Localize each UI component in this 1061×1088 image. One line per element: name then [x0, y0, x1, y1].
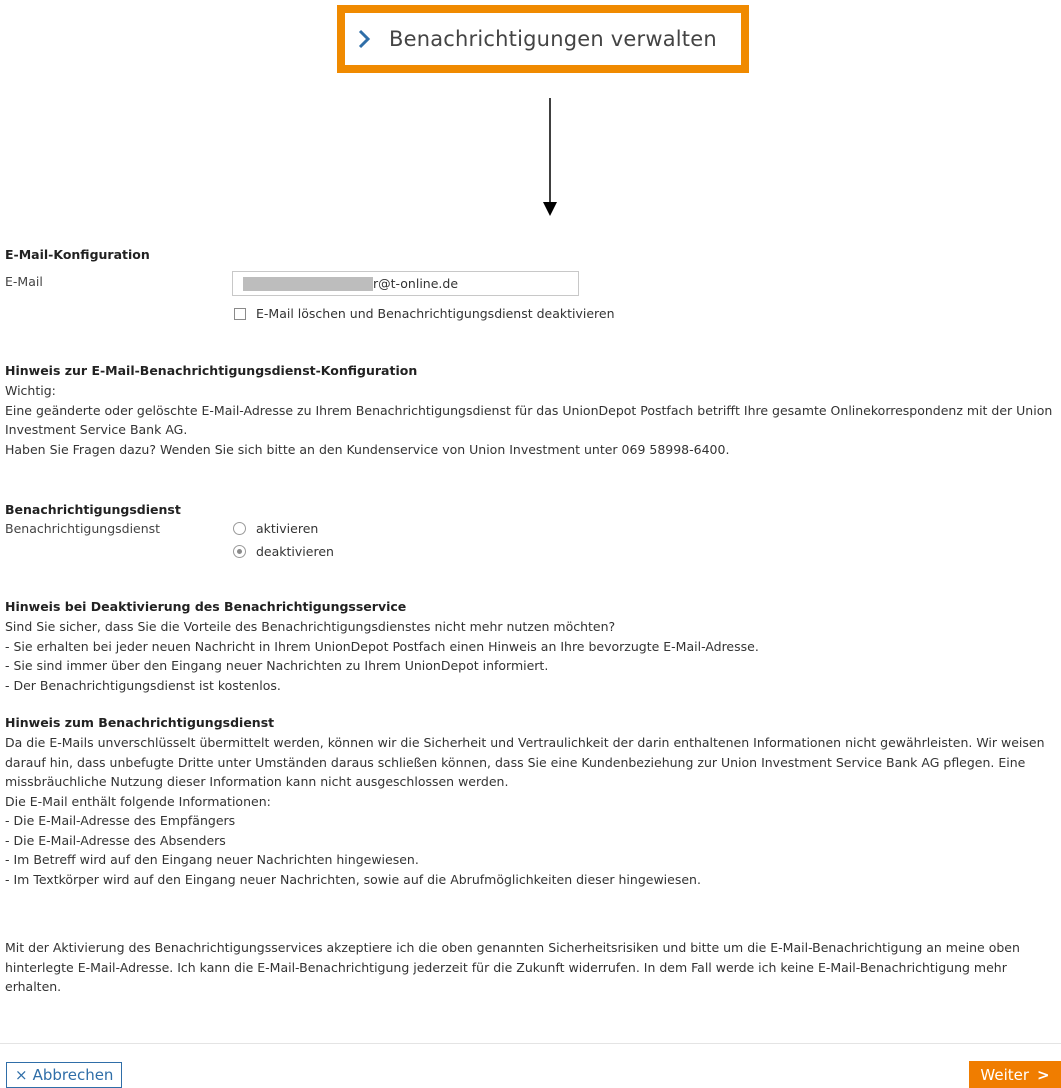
radio-deactivate[interactable] — [233, 545, 246, 558]
hint-deactivation-text: Sind Sie sicher, dass Sie die Vorteile d… — [5, 617, 1053, 695]
notification-label: Benachrichtigungsdienst — [5, 521, 161, 536]
email-field[interactable]: r@t-online.de — [232, 271, 579, 296]
hint-service-item: - Die E-Mail-Adresse des Absenders — [5, 832, 226, 848]
hint-deactivation-line: - Sie erhalten bei jeder neuen Nachricht… — [5, 638, 759, 654]
delete-email-checkbox-row[interactable]: E-Mail löschen und Benachrichtigungsdien… — [234, 306, 615, 321]
hint-email-title: Hinweis zur E-Mail-Benachrichtigungsdien… — [5, 363, 418, 378]
hint-service-item: - Die E-Mail-Adresse des Empfängers — [5, 813, 236, 828]
cancel-button-label: Abbrechen — [32, 1066, 114, 1084]
hint-service-list-intro: Die E-Mail enthält folgende Informatione… — [5, 793, 271, 809]
chevron-right-icon — [358, 29, 371, 49]
hint-email-text: Wichtig: Eine geänderte oder gelöschte E… — [5, 381, 1053, 459]
hint-service-text: Da die E-Mails unverschlüsselt übermitte… — [5, 733, 1053, 889]
radio-option-deactivate[interactable]: deaktivieren — [233, 544, 334, 559]
hint-deactivation-line: Sind Sie sicher, dass Sie die Vorteile d… — [5, 619, 616, 634]
radio-option-activate[interactable]: aktivieren — [233, 521, 318, 536]
delete-email-checkbox-label: E-Mail löschen und Benachrichtigungsdien… — [256, 306, 615, 321]
footer-divider — [0, 1043, 1061, 1044]
manage-notifications-callout[interactable]: Benachrichtigungen verwalten — [337, 5, 749, 73]
next-button-label: Weiter — [980, 1065, 1030, 1084]
hint-service-paragraph: Da die E-Mails unverschlüsselt übermitte… — [5, 735, 1045, 789]
hint-email-line: Eine geänderte oder gelöschte E-Mail-Adr… — [5, 402, 1053, 438]
hint-service-item: - Im Betreff wird auf den Eingang neuer … — [5, 852, 419, 867]
radio-activate[interactable] — [233, 522, 246, 535]
consent-text: Mit der Aktivierung des Benachrichtigung… — [5, 940, 1020, 994]
next-button[interactable]: Weiter > — [969, 1061, 1061, 1088]
email-section-title: E-Mail-Konfiguration — [5, 247, 150, 262]
email-label: E-Mail — [5, 274, 43, 289]
cancel-button[interactable]: × Abbrechen — [6, 1062, 123, 1088]
redacted-email-part — [243, 277, 373, 291]
notification-section-title: Benachrichtigungsdienst — [5, 502, 181, 517]
radio-activate-label: aktivieren — [256, 521, 319, 536]
radio-deactivate-label: deaktivieren — [256, 544, 334, 559]
delete-email-checkbox[interactable] — [234, 307, 246, 320]
callout-title: Benachrichtigungen verwalten — [389, 27, 717, 51]
hint-service-title: Hinweis zum Benachrichtigungsdienst — [5, 715, 275, 730]
hint-deactivation-line: - Sie sind immer über den Eingang neuer … — [5, 658, 549, 673]
hint-deactivation-title: Hinweis bei Deaktivierung des Benachrich… — [5, 599, 407, 614]
hint-service-item: - Im Textkörper wird auf den Eingang neu… — [5, 871, 701, 887]
hint-email-line: Wichtig: — [5, 383, 56, 398]
close-icon: × — [15, 1066, 28, 1084]
down-arrow-icon — [543, 98, 557, 216]
email-value: r@t-online.de — [373, 276, 459, 291]
hint-deactivation-line: - Der Benachrichtigungsdienst ist kosten… — [5, 677, 281, 693]
hint-email-line: Haben Sie Fragen dazu? Wenden Sie sich b… — [5, 441, 730, 457]
chevron-right-icon: > — [1037, 1065, 1050, 1084]
